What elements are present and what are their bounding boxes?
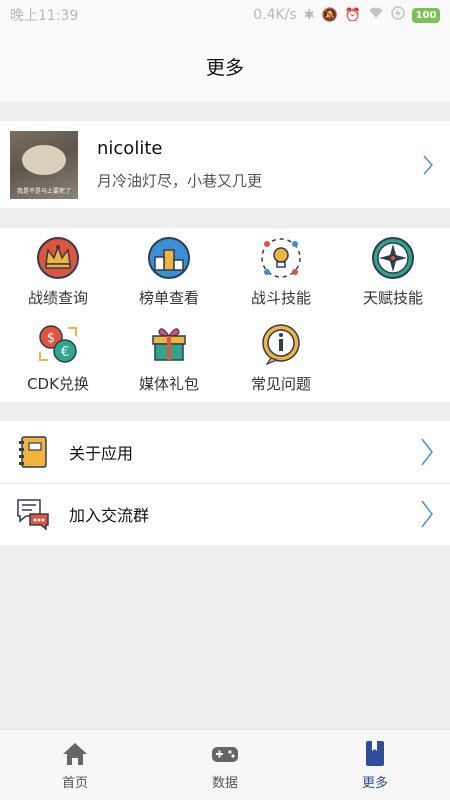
grid-item-label: 战绩查询 bbox=[27, 289, 88, 307]
status-bar: 晚上11:39 0.4K/s ✱ 🔕 ⏰ 100 bbox=[0, 0, 450, 30]
charging-icon bbox=[391, 6, 405, 24]
grid-item-talent-skills[interactable]: 天赋技能 bbox=[337, 230, 449, 310]
grid-item-label: 战斗技能 bbox=[250, 289, 311, 307]
info-icon bbox=[262, 324, 300, 366]
podium-icon bbox=[148, 237, 190, 279]
compass-icon bbox=[372, 237, 414, 279]
lightbulb-icon bbox=[261, 238, 301, 278]
grid-item-label: 媒体礼包 bbox=[138, 375, 199, 393]
chat-icon bbox=[17, 499, 49, 531]
avatar-caption: 我是不是马上要死了 bbox=[16, 187, 71, 195]
grid-item-faq[interactable]: 常见问题 bbox=[225, 316, 337, 396]
list-item-label: 关于应用 bbox=[69, 444, 134, 463]
nav-item-more[interactable]: 更多 bbox=[300, 730, 450, 800]
grid-item-ranking[interactable]: 榜单查看 bbox=[113, 230, 225, 310]
home-icon bbox=[63, 743, 87, 765]
settings-list: 关于应用 加入交流群 bbox=[0, 421, 450, 545]
status-icons: 0.4K/s ✱ 🔕 ⏰ 100 bbox=[253, 6, 440, 24]
nav-item-data[interactable]: 数据 bbox=[150, 730, 300, 800]
svg-text:$: $ bbox=[47, 331, 55, 346]
list-item-about[interactable]: 关于应用 bbox=[0, 421, 450, 483]
chevron-right-icon bbox=[421, 500, 433, 528]
book-icon bbox=[366, 741, 384, 766]
alarm-icon: ⏰ bbox=[344, 7, 361, 23]
grid-item-record[interactable]: 战绩查询 bbox=[2, 230, 114, 310]
gamepad-icon bbox=[212, 747, 238, 762]
username: nicolite bbox=[97, 138, 163, 159]
svg-text:€: € bbox=[61, 345, 69, 360]
nav-item-home[interactable]: 首页 bbox=[0, 730, 150, 800]
battery-indicator: 100 bbox=[412, 7, 440, 23]
grid-item-label: 榜单查看 bbox=[138, 289, 199, 307]
profile-card[interactable]: 我是不是马上要死了 nicolite 月冷油灯尽，小巷又几更 bbox=[0, 121, 450, 208]
chevron-right-icon bbox=[423, 155, 434, 174]
network-speed: 0.4K/s bbox=[253, 7, 297, 23]
list-item-join-group[interactable]: 加入交流群 bbox=[0, 483, 450, 545]
status-time: 晚上11:39 bbox=[10, 8, 79, 24]
avatar: 我是不是马上要死了 bbox=[10, 130, 78, 199]
nav-label: 数据 bbox=[211, 776, 238, 791]
title-bar: 更多 bbox=[0, 30, 450, 102]
notebook-icon bbox=[19, 436, 47, 468]
crown-icon bbox=[37, 237, 79, 279]
list-item-label: 加入交流群 bbox=[69, 506, 150, 525]
profile-text: nicolite 月冷油灯尽，小巷又几更 bbox=[97, 138, 262, 191]
bluetooth-icon: ✱ bbox=[303, 7, 315, 23]
currency-exchange-icon: $ € bbox=[39, 325, 77, 363]
bottom-nav: 首页 数据 更多 bbox=[0, 729, 450, 800]
grid-item-media-gift[interactable]: 媒体礼包 bbox=[113, 316, 225, 396]
gift-icon bbox=[152, 328, 186, 361]
feature-grid: 战绩查询 榜单查看 战斗技能 天赋技能 $ € CDK兑换 媒体礼包 常见问题 bbox=[0, 228, 450, 402]
wifi-icon bbox=[368, 7, 384, 23]
chevron-right-icon bbox=[421, 438, 433, 466]
avatar-image bbox=[22, 144, 66, 175]
user-motto: 月冷油灯尽，小巷又几更 bbox=[97, 172, 263, 190]
grid-item-label: 常见问题 bbox=[250, 375, 311, 393]
page-title: 更多 bbox=[205, 56, 244, 79]
nav-label: 首页 bbox=[61, 776, 88, 791]
grid-item-cdk-exchange[interactable]: $ € CDK兑换 bbox=[2, 316, 114, 396]
grid-item-combat-skills[interactable]: 战斗技能 bbox=[225, 230, 337, 310]
grid-item-label: CDK兑换 bbox=[27, 375, 89, 393]
grid-item-label: 天赋技能 bbox=[362, 289, 423, 307]
mute-icon: 🔕 bbox=[321, 7, 338, 23]
nav-label: 更多 bbox=[361, 776, 388, 791]
